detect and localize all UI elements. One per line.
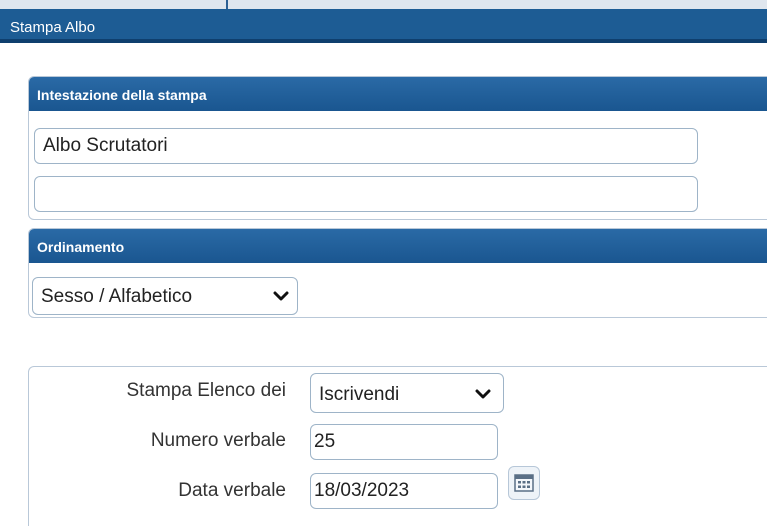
chevron-down-icon: [475, 389, 491, 399]
intestazione-line1-input[interactable]: [34, 128, 698, 164]
numero-label: Numero verbale: [150, 430, 286, 451]
tab-separator: [226, 0, 228, 9]
date-picker-button[interactable]: [508, 466, 540, 500]
elenco-select[interactable]: Iscrivendi: [310, 373, 504, 413]
ordinamento-select[interactable]: Sesso / Alfabetico: [32, 277, 298, 315]
intestazione-header: Intestazione della stampa: [29, 77, 767, 111]
data-label: Data verbale: [178, 480, 286, 501]
window-title: Stampa Albo: [10, 19, 96, 36]
data-verbale-input[interactable]: [310, 473, 498, 509]
numero-verbale-input[interactable]: [310, 424, 498, 460]
ordinamento-selected-value: Sesso / Alfabetico: [41, 286, 193, 307]
top-tab-strip: [0, 0, 767, 9]
intestazione-header-label: Intestazione della stampa: [37, 87, 207, 103]
calendar-icon: [514, 474, 534, 492]
intestazione-line2-input[interactable]: [34, 176, 698, 212]
elenco-label: Stampa Elenco dei: [126, 380, 287, 401]
chevron-down-icon: [273, 291, 289, 301]
elenco-selected-value: Iscrivendi: [319, 384, 400, 405]
window-titlebar: Stampa Albo: [0, 9, 767, 43]
ordinamento-header-label: Ordinamento: [37, 239, 125, 255]
ordinamento-header: Ordinamento: [29, 229, 767, 263]
